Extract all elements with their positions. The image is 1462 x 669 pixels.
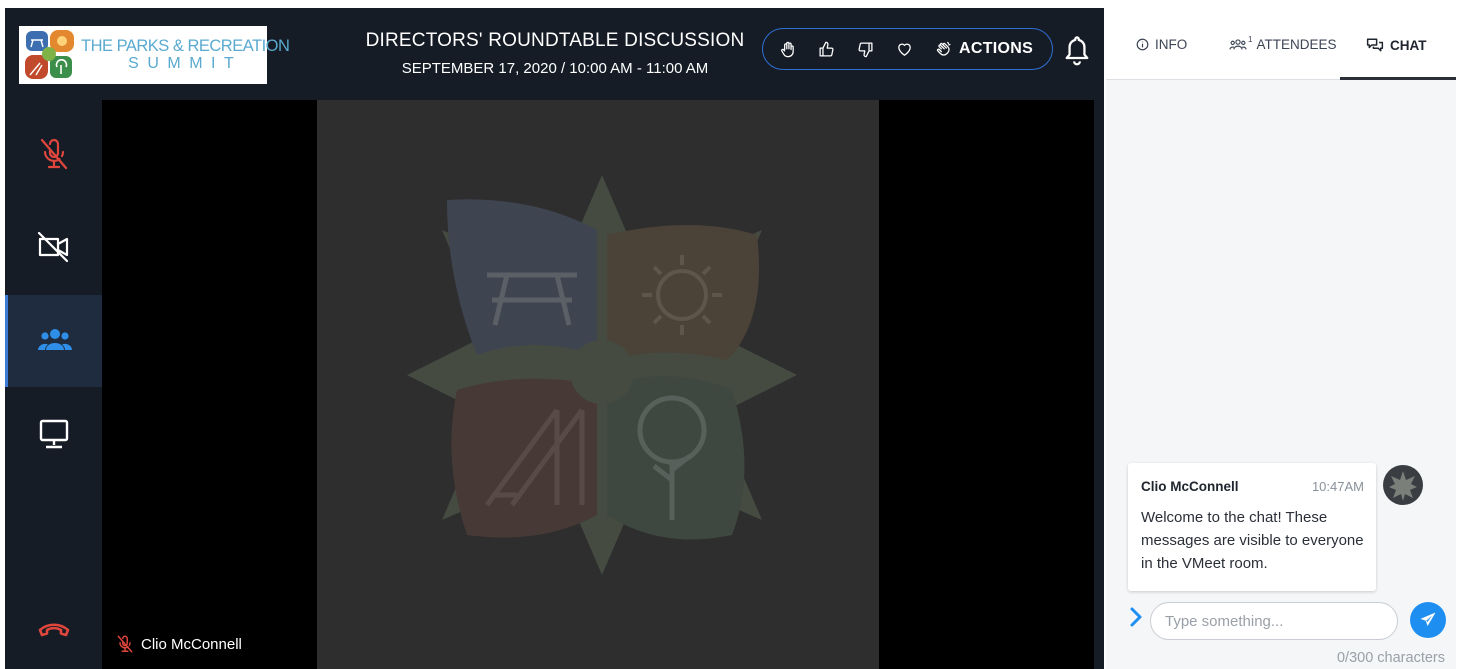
leave-call-button[interactable] [5, 583, 102, 669]
hang-up-icon [38, 623, 69, 637]
avatar-logo-icon [1389, 471, 1417, 501]
participants-icon [37, 329, 73, 350]
send-icon [1420, 612, 1436, 626]
participants-button[interactable] [5, 295, 102, 387]
avatar [1383, 465, 1423, 505]
side-panel: INFO 1 ATTENDEES CHAT Clio McConnell 10:… [1106, 8, 1456, 669]
chevron-right-icon[interactable] [1128, 606, 1144, 628]
clap-icon[interactable] [934, 40, 953, 59]
video-stage: Clio McConnell [102, 100, 1094, 669]
panel-tabs: INFO 1 ATTENDEES CHAT [1106, 8, 1456, 80]
logo-subtitle: SUMMIT [128, 55, 243, 73]
active-tab-indicator [1340, 77, 1456, 80]
meeting-area: THE PARKS & RECREATION SUMMIT DIRECTORS'… [5, 8, 1104, 669]
info-icon [1136, 38, 1149, 51]
meeting-schedule: SEPTEMBER 17, 2020 / 10:00 AM - 11:00 AM [401, 60, 709, 77]
bell-icon[interactable] [1063, 34, 1091, 66]
reactions-bar: ACTIONS [762, 28, 1053, 70]
chat-message-input[interactable] [1150, 602, 1398, 640]
chat-message: Clio McConnell 10:47AM Welcome to the ch… [1128, 463, 1376, 591]
camera-toggle-button[interactable] [5, 201, 102, 293]
summit-logo-watermark [407, 175, 797, 575]
heart-icon[interactable] [895, 40, 914, 59]
thumbs-down-icon[interactable] [856, 40, 875, 59]
message-timestamp: 10:47AM [1311, 479, 1364, 494]
participant-name-tag: Clio McConnell [115, 634, 242, 654]
actions-button[interactable]: ACTIONS [959, 40, 1033, 58]
mic-muted-icon [40, 138, 67, 170]
participant-name: Clio McConnell [141, 635, 242, 653]
character-counter: 0/300 characters [1336, 650, 1445, 666]
screen-share-button[interactable] [5, 388, 102, 480]
summit-logo: THE PARKS & RECREATION SUMMIT [19, 26, 290, 84]
mic-muted-icon [117, 635, 133, 653]
camera-off-icon [37, 231, 68, 263]
attendees-icon [1229, 39, 1247, 50]
tab-chat[interactable]: CHAT [1366, 37, 1427, 53]
raise-hand-icon[interactable] [778, 40, 797, 59]
message-author: Clio McConnell [1141, 479, 1239, 494]
participant-video [317, 100, 879, 669]
attendee-count-badge: 1 [1248, 35, 1253, 44]
chat-icon [1366, 38, 1384, 52]
mute-toggle-button[interactable] [5, 108, 102, 200]
message-text: Welcome to the chat! These messages are … [1141, 509, 1364, 572]
tab-attendees[interactable]: 1 ATTENDEES [1229, 35, 1336, 52]
thumbs-up-icon[interactable] [817, 40, 836, 59]
tab-info[interactable]: INFO [1136, 37, 1187, 52]
summit-logo-mark [25, 30, 74, 79]
send-button[interactable] [1410, 602, 1446, 638]
meeting-title: DIRECTORS' ROUNDTABLE DISCUSSION [365, 30, 745, 51]
screen-share-icon [39, 419, 68, 449]
logo-title: THE PARKS & RECREATION [81, 36, 290, 55]
